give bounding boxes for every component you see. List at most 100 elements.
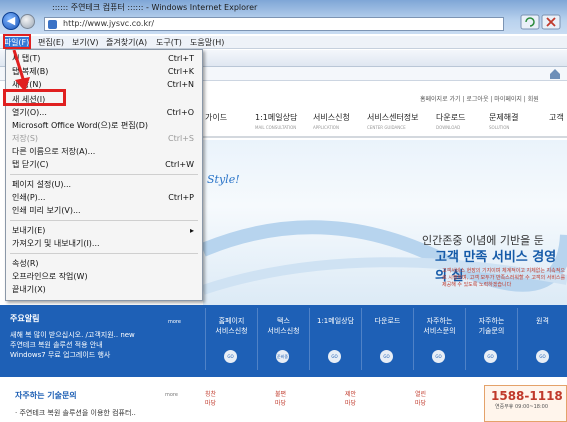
back-arrow-icon: ◀ <box>6 14 16 27</box>
menu-item-send[interactable]: 보내기(E) ▸ <box>6 225 202 237</box>
go-button[interactable]: GO <box>380 350 393 363</box>
go-button[interactable]: GO <box>224 350 237 363</box>
site-main-nav: 가이드 1:1메일상담 MAIL CONSULTATION 서비스신청 APPL… <box>203 108 567 138</box>
menu-item-label: 가져오기 및 내보내기(I)... <box>12 239 100 248</box>
quick-download[interactable]: 다운로드 GO <box>361 308 413 370</box>
hero-style-text: Style! <box>207 173 240 186</box>
menu-item-label: 보내기(E) <box>12 226 46 235</box>
quick-tech-faq[interactable]: 자주하는기술문의 GO <box>465 308 517 370</box>
address-text: http://www.jysvc.co.kr/ <box>63 19 155 28</box>
open-box[interactable]: 열린마당 <box>415 389 455 422</box>
nav-download[interactable]: 다운로드 <box>436 112 465 123</box>
quick-remote[interactable]: 원격 GO <box>517 308 567 370</box>
menu-item-label: 인쇄(P)... <box>12 193 46 202</box>
menu-item-print[interactable]: 인쇄(P)... Ctrl+P <box>6 192 202 204</box>
menu-item-label: 저장(S) <box>12 134 39 143</box>
menu-item-shortcut: Ctrl+P <box>168 193 194 202</box>
home-icon[interactable] <box>548 68 562 80</box>
nav-service-request-sub: APPLICATION <box>313 125 339 130</box>
faq-title: 자주하는 기술문의 <box>15 391 77 400</box>
quick-tax-service[interactable]: 택스서비스신청준비중 <box>257 308 309 370</box>
menu-item-shortcut: Ctrl+O <box>166 108 194 117</box>
menu-item-edit-word[interactable]: Microsoft Office Word(으)로 편집(D) <box>6 120 202 132</box>
submenu-arrow-icon: ▸ <box>189 226 194 235</box>
box-label: 열린 <box>415 391 427 398</box>
quick-label: 다운로드 <box>374 317 401 325</box>
go-button[interactable]: GO <box>432 350 445 363</box>
site-favicon-icon <box>48 20 57 29</box>
box-label: 제안 <box>345 391 357 398</box>
quick-label: 택스 <box>277 317 290 325</box>
refresh-stop-icons[interactable] <box>520 14 564 30</box>
menu-edit[interactable]: 편집(E) <box>38 37 64 48</box>
nav-solution[interactable]: 문제해결 <box>489 112 518 123</box>
proposal-box[interactable]: 제안마당 <box>345 389 385 422</box>
window-title: :::::: 주연테크 컴퓨터 :::::: - Windows Interne… <box>52 3 258 12</box>
box-label: 마당 <box>205 400 217 407</box>
menu-item-label: Microsoft Office Word(으)로 편집(D) <box>12 121 149 130</box>
box-label: 칭찬 <box>205 391 217 398</box>
go-button[interactable]: GO <box>536 350 549 363</box>
menu-item-import-export[interactable]: 가져오기 및 내보내기(I)... <box>6 238 202 250</box>
menu-view[interactable]: 보기(V) <box>72 37 98 48</box>
nav-customer[interactable]: 고객 <box>549 112 564 123</box>
quick-home-service[interactable]: 홈페이지 서비스신청 GO <box>205 308 257 370</box>
file-menu-highlight <box>3 34 31 49</box>
quick-label: 홈페이지 <box>218 317 245 325</box>
menu-item-shortcut: Ctrl+S <box>167 134 194 143</box>
nav-service-request[interactable]: 서비스신청 <box>313 112 350 123</box>
menu-item-page-setup[interactable]: 페이지 설정(U)... <box>6 179 202 191</box>
site-top-links[interactable]: 홈페이지로 가기 | 로그아웃 | 마이페이지 | 회원 <box>420 94 567 104</box>
menu-item-save[interactable]: 저장(S) Ctrl+S <box>6 133 202 145</box>
menu-item-exit[interactable]: 끝내기(X) <box>6 284 202 296</box>
menu-item-close-tab[interactable]: 탭 닫기(C) Ctrl+W <box>6 159 202 171</box>
go-button[interactable]: GO <box>484 350 497 363</box>
menu-item-properties[interactable]: 속성(R) <box>6 258 202 270</box>
forward-button[interactable] <box>20 14 35 29</box>
back-button[interactable]: ◀ <box>2 12 20 30</box>
faq-more-link[interactable]: more <box>165 392 178 398</box>
go-button[interactable]: 준비중 <box>276 350 289 363</box>
phone-hours: 연중무휴 09:00~18:00 <box>495 404 548 410</box>
menu-item-shortcut: Ctrl+T <box>168 54 194 63</box>
menu-favorites[interactable]: 즐겨찾기(A) <box>106 37 147 48</box>
notice-more-link[interactable]: more <box>168 319 181 325</box>
menu-item-label: 페이지 설정(U)... <box>12 180 72 189</box>
quick-label: 서비스신청 <box>267 327 300 335</box>
box-label: 마당 <box>415 400 427 407</box>
notice-item[interactable]: 새해 복 많이 받으십시오. /고객지원.. new <box>10 330 195 340</box>
menu-tools[interactable]: 도구(T) <box>156 37 182 48</box>
menu-item-label: 끝내기(X) <box>12 285 46 294</box>
box-label: 마당 <box>345 400 357 407</box>
menu-item-open[interactable]: 열기(O)... Ctrl+O <box>6 107 202 119</box>
nav-center-info-sub: CENTER GUIDANCE <box>367 125 406 130</box>
red-arrow-icon <box>12 50 30 92</box>
notice-item[interactable]: 주연테크 복원 솔루션 적용 안내 <box>10 340 195 350</box>
menu-item-label: 다른 이름으로 저장(A)... <box>12 147 96 156</box>
quick-mail-consult[interactable]: 1:1메일상담 GO <box>309 308 361 370</box>
nav-center-info[interactable]: 서비스센터정보 <box>367 112 419 123</box>
quick-label: 기술문의 <box>478 327 505 335</box>
quick-label: 자주하는 <box>478 317 505 325</box>
quick-service-faq[interactable]: 자주하는 서비스문의 GO <box>413 308 465 370</box>
notice-panel: 주요알림 more 새해 복 많이 받으십시오. /고객지원.. new 주연테… <box>10 313 195 360</box>
praise-box[interactable]: 칭찬마당 <box>205 389 245 422</box>
address-bar[interactable]: http://www.jysvc.co.kr/ <box>44 17 504 31</box>
quick-label: 자주하는 <box>426 317 453 325</box>
menu-item-label: 열기(O)... <box>12 108 47 117</box>
nav-mail-consult[interactable]: 1:1메일상담 <box>255 112 297 123</box>
menu-item-work-offline[interactable]: 오프라인으로 작업(W) <box>6 271 202 283</box>
menu-item-shortcut: Ctrl+W <box>165 160 194 169</box>
hero-description: 고객서비스 현장의 기지이며 체계적이고 지체없는 지속적으로 시행하며, 고객… <box>442 268 566 288</box>
notice-item[interactable]: Windows7 무료 업그레이드 행사 <box>10 350 195 360</box>
menu-item-print-preview[interactable]: 인쇄 미리 보기(V)... <box>6 205 202 217</box>
go-button[interactable]: GO <box>328 350 341 363</box>
nav-mail-consult-sub: MAIL CONSULTATION <box>255 125 297 130</box>
menu-help[interactable]: 도움말(H) <box>190 37 224 48</box>
menu-item-shortcut: Ctrl+K <box>167 67 194 76</box>
menu-item-label: 오프라인으로 작업(W) <box>12 272 88 281</box>
faq-item[interactable]: · 주연테크 복원 솔루션을 이용한 컴퓨터.. <box>15 408 136 418</box>
nav-guide[interactable]: 가이드 <box>205 112 227 123</box>
complaint-box[interactable]: 불편 마당 <box>275 389 315 422</box>
menu-item-save-as[interactable]: 다른 이름으로 저장(A)... <box>6 146 202 158</box>
